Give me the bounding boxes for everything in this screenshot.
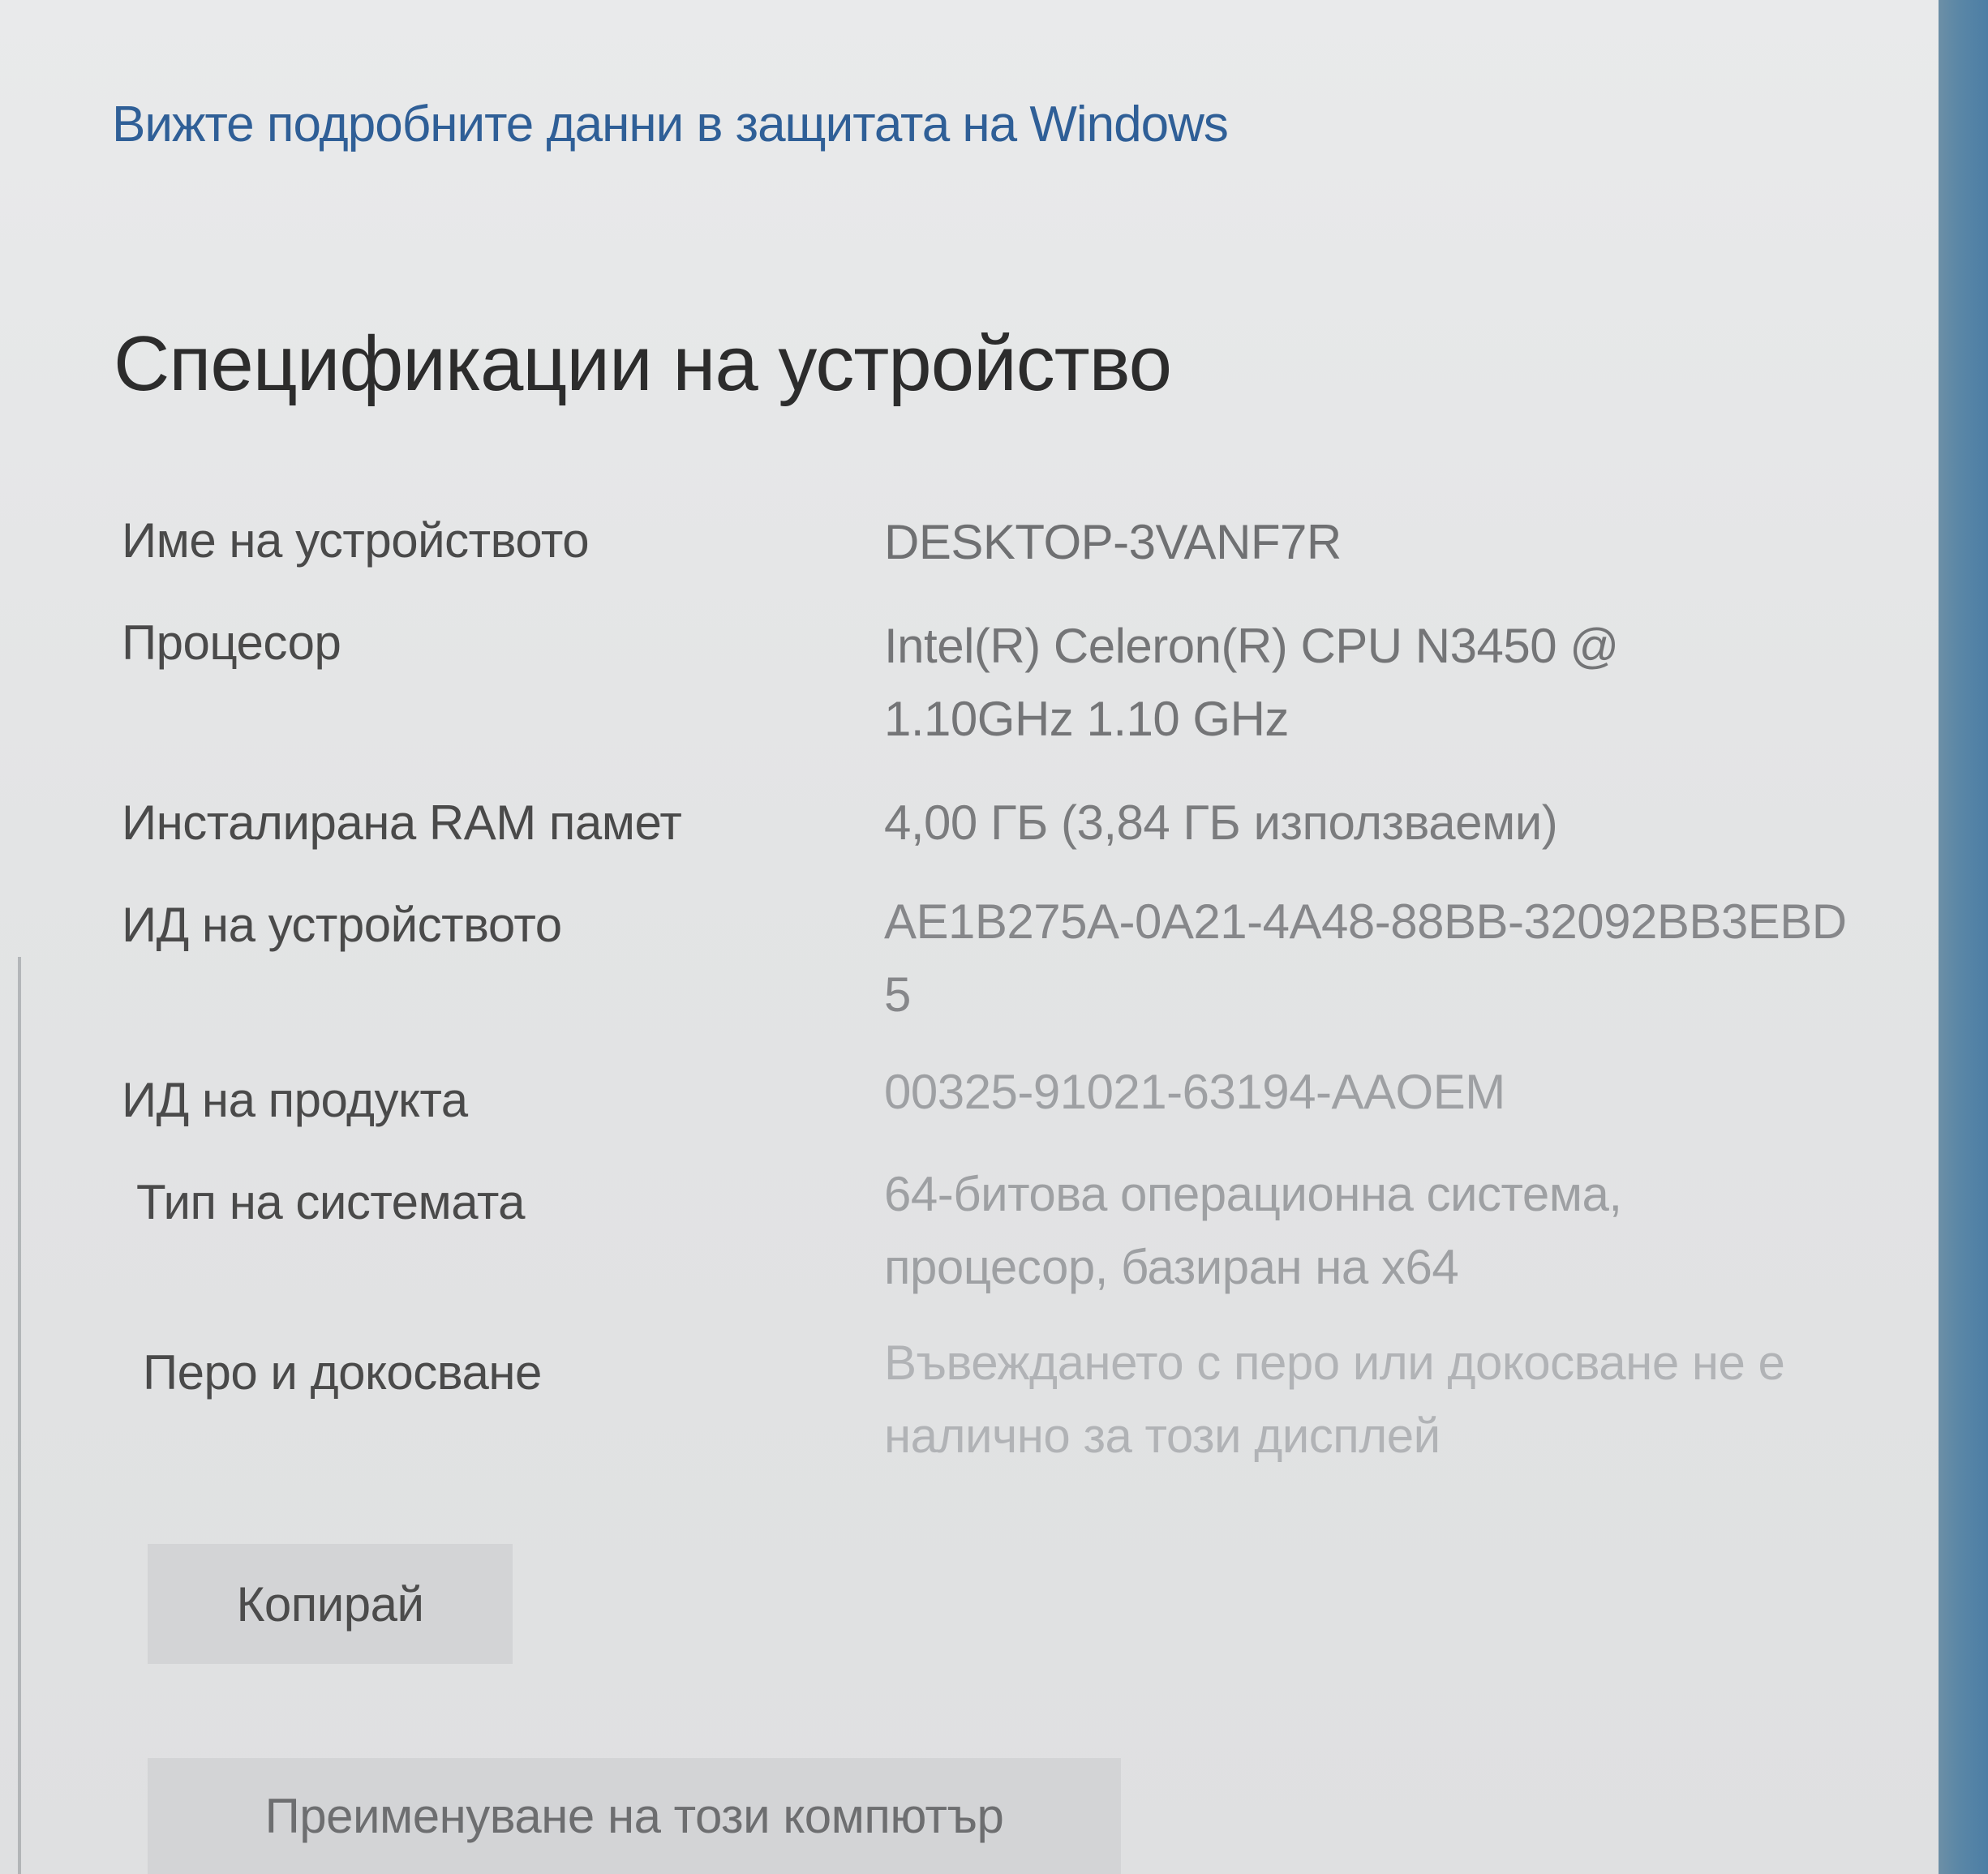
left-edge-divider: [18, 957, 21, 1874]
spec-label-installed-ram: Инсталирана RAM памет: [122, 795, 682, 850]
spec-label-processor: Процесор: [122, 615, 341, 670]
spec-value-product-id[interactable]: 00325-91021-63194-AAOEM: [884, 1056, 1922, 1129]
spec-label-product-id: ИД на продукта: [122, 1073, 468, 1127]
spec-value-device-name[interactable]: DESKTOP-3VANF7R: [884, 506, 1922, 579]
spec-value-processor[interactable]: Intel(R) Celeron(R) CPU N3450 @ 1.10GHz …: [884, 610, 1744, 756]
spec-value-installed-ram[interactable]: 4,00 ГБ (3,84 ГБ използваеми): [884, 787, 1922, 860]
device-specifications-heading: Спецификации на устройство: [114, 320, 1172, 407]
spec-value-pen-touch[interactable]: Въвеждането с перо или докосване не е на…: [884, 1327, 1809, 1473]
rename-pc-button[interactable]: Преименуване на този компютър: [148, 1758, 1121, 1874]
copy-button[interactable]: Копирай: [148, 1544, 513, 1664]
spec-value-system-type[interactable]: 64-битова операционна система, процесор,…: [884, 1158, 1760, 1304]
spec-label-pen-touch: Перо и докосване: [143, 1345, 542, 1400]
settings-about-page: Вижте подробните данни в защитата на Win…: [0, 0, 1939, 1874]
spec-label-device-name: Име на устройството: [122, 513, 590, 568]
desktop-background-edge: [1939, 0, 1988, 1874]
spec-label-system-type: Тип на системата: [136, 1175, 526, 1229]
spec-value-device-id[interactable]: AE1B275A-0A21-4A48-88BB-32092BB3EBD5: [884, 886, 1857, 1031]
spec-label-device-id: ИД на устройството: [122, 898, 562, 952]
windows-security-link[interactable]: Вижте подробните данни в защитата на Win…: [112, 96, 1229, 153]
